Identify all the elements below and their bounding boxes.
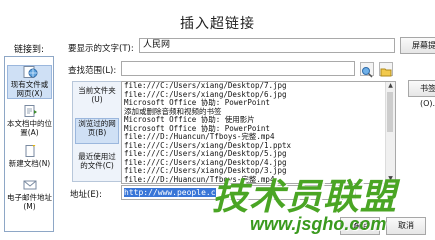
address-label: 地址(E):	[70, 190, 102, 200]
watermark-url: www.jsgho.com	[250, 214, 387, 234]
link-to-item-label: 本文档中的位置(A)	[7, 119, 52, 137]
folder-icon	[380, 68, 392, 77]
browse-file-button[interactable]	[379, 62, 393, 77]
link-to-label: 链接到:	[14, 45, 45, 55]
browse-web-button[interactable]	[360, 62, 374, 78]
look-in-nav: 当前文件夹(U) 浏览过的网页(B) 最近使用过的文件(C)	[72, 81, 122, 182]
new-document-icon	[25, 145, 35, 157]
nav-browsed-pages[interactable]: 浏览过的网页(B)	[75, 118, 119, 144]
display-text-input[interactable]: 人民网	[139, 38, 395, 53]
link-to-item-label: 现有文件或网页(X)	[10, 80, 49, 98]
screen-tip-button[interactable]: 屏幕提示(P)...	[400, 37, 435, 54]
display-text-label: 要显示的文字(T):	[68, 44, 134, 54]
nav-current-folder[interactable]: 当前文件夹(U)	[75, 86, 119, 110]
globe-search-icon	[362, 67, 373, 78]
look-in-select[interactable]	[121, 61, 355, 76]
dialog-title: 插入超链接	[180, 16, 255, 32]
link-to-item-label: 新建文档(N)	[8, 159, 51, 168]
link-to-panel: 现有文件或网页(X) 本文档中的位置(A) 新建文档(N) 电子邮件地址(M)	[4, 56, 54, 232]
document-place-icon	[24, 105, 37, 117]
globe-page-icon	[23, 66, 37, 78]
title-bar: 插入超链接	[0, 0, 435, 36]
insert-hyperlink-dialog: 插入超链接 链接到: 现有文件或网页(X) 本文档中的位置(A) 新建文档(N)…	[0, 0, 435, 238]
nav-recent-files[interactable]: 最近使用过的文件(C)	[75, 152, 119, 178]
link-to-new-document[interactable]: 新建文档(N)	[7, 145, 52, 173]
scroll-up-icon[interactable]: ▲	[387, 82, 394, 90]
link-to-item-label: 电子邮件地址(M)	[7, 193, 52, 211]
bookmark-button[interactable]: 书签(O)...	[408, 80, 435, 108]
watermark-logo-text: 技术员联盟	[212, 176, 398, 217]
look-in-label: 查找范围(L):	[68, 66, 117, 76]
link-to-place-in-document[interactable]: 本文档中的位置(A)	[7, 105, 52, 141]
link-to-email-address[interactable]: 电子邮件地址(M)	[7, 179, 52, 211]
link-to-existing-file-or-webpage[interactable]: 现有文件或网页(X)	[7, 65, 52, 99]
scroll-thumb[interactable]	[387, 92, 393, 132]
address-selected-text: http://www.people.c	[124, 188, 216, 197]
email-icon	[23, 180, 36, 190]
